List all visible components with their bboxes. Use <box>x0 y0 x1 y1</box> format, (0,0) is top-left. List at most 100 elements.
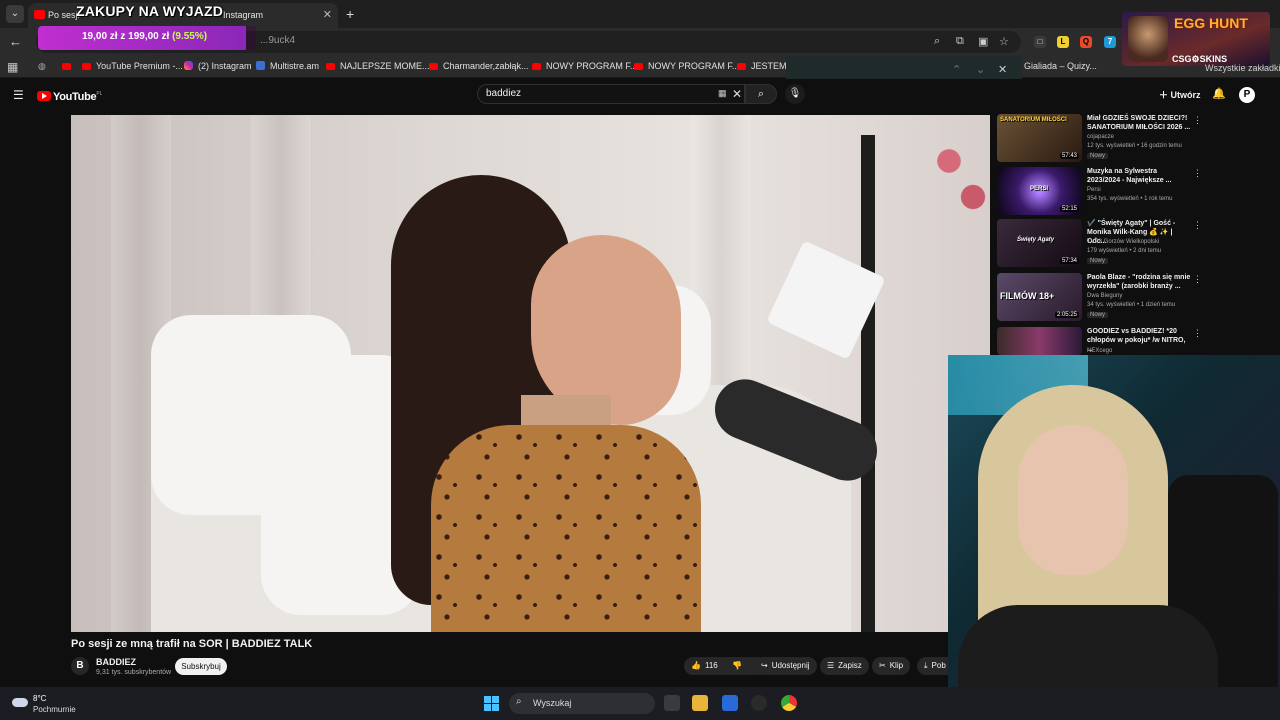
apps-grid-icon[interactable]: ▦ <box>7 60 18 74</box>
clear-search-icon[interactable]: ✕ <box>732 87 742 101</box>
more-options-icon[interactable]: ⋮ <box>1193 328 1202 339</box>
cloud-icon[interactable] <box>12 698 28 707</box>
store-icon[interactable] <box>722 695 738 711</box>
video-thumbnail[interactable]: SANATORIUM MIŁOŚCI 57:43 <box>997 114 1082 162</box>
multistream-icon <box>256 61 265 70</box>
flowers-decor <box>931 125 990 245</box>
donation-goal-bar: 19,00 zł z 199,00 zł (9.55%) <box>38 26 256 50</box>
more-options-icon[interactable]: ⋮ <box>1193 220 1202 231</box>
search-input[interactable]: baddiez ▦ ✕ <box>477 84 745 104</box>
video-player[interactable] <box>71 115 990 632</box>
streamer-shirt <box>958 605 1218 695</box>
youtube-logo[interactable]: YouTubePL <box>37 89 102 103</box>
extension-7tv-icon[interactable]: 7 <box>1104 36 1116 48</box>
install-icon[interactable]: ⧉ <box>956 35 964 48</box>
find-next-icon[interactable]: ⌄ <box>976 63 985 76</box>
tab-close-icon[interactable]: ✕ <box>323 3 332 27</box>
streamer-face <box>1018 425 1128 575</box>
download-icon: ⤓ <box>924 661 928 670</box>
steam-icon[interactable] <box>751 695 767 711</box>
donation-goal-text: 19,00 zł z 199,00 zł (9.55%) <box>82 31 208 42</box>
bookmark-item[interactable]: NOWY PROGRAM F... <box>634 61 739 71</box>
create-button[interactable]: ＋ Utwórz <box>1159 88 1201 101</box>
taskbar-search[interactable]: ⌕ Wyszukaj <box>509 693 655 714</box>
youtube-icon <box>429 63 438 70</box>
search-icon: ⌕ <box>516 696 522 707</box>
tab-search-menu-icon[interactable]: ⌄ <box>6 5 24 23</box>
recommendation-item[interactable]: FILMÓW 18+ 2:05:25 Paola Blaze - "rodzin… <box>997 273 1202 323</box>
channel-name[interactable]: BADDIEZ <box>96 657 136 667</box>
extension-red-icon[interactable]: Q <box>1080 36 1092 48</box>
save-button[interactable]: ☰ Zapisz <box>820 657 869 675</box>
weather-temperature[interactable]: 8°C <box>33 694 46 703</box>
video-thumbnail[interactable]: Święty Agaty 57:34 <box>997 219 1082 267</box>
video-thumbnail[interactable]: FILMÓW 18+ 2:05:25 <box>997 273 1082 321</box>
zoom-icon[interactable]: ⌕ <box>934 35 940 48</box>
search-button[interactable]: ⌕ <box>745 84 777 104</box>
share-button[interactable]: ↪ Udostępnij <box>754 657 817 675</box>
video-thumbnail[interactable] <box>997 327 1082 355</box>
more-options-icon[interactable]: ⋮ <box>1193 274 1202 285</box>
weather-description[interactable]: Pochmurnie <box>33 705 76 714</box>
find-close-icon[interactable]: ✕ <box>998 63 1007 76</box>
bookmark-item[interactable]: Multistre.am <box>256 61 319 71</box>
bookmark-item[interactable]: Gialiada – Quizy... <box>1024 61 1097 71</box>
notifications-bell-icon[interactable]: 🔔 <box>1212 87 1226 100</box>
more-options-icon[interactable]: ⋮ <box>1193 168 1202 179</box>
recommendation-item[interactable]: SANATORIUM MIŁOŚCI 57:43 Miał GDZIEŚ SWO… <box>997 114 1202 164</box>
subscribe-button[interactable]: Subskrybuj <box>175 658 227 675</box>
back-arrow-icon[interactable]: ← <box>9 34 22 49</box>
page-icon[interactable]: ▣ <box>978 35 988 48</box>
bookmark-star-icon[interactable]: ☆ <box>999 35 1009 48</box>
chrome-icon[interactable] <box>781 695 797 711</box>
voice-search-icon[interactable]: 🎙 <box>785 84 805 104</box>
all-bookmarks-link[interactable]: Wszystkie zakładki <box>1205 63 1280 73</box>
bookmark-item[interactable]: NOWY PROGRAM F... <box>532 61 637 71</box>
bookmark-youtube-icon[interactable] <box>62 61 76 71</box>
file-explorer-icon[interactable] <box>692 695 708 711</box>
recommendation-item[interactable]: Święty Agaty 57:34 ✔️ "Święty Agaty" | G… <box>997 219 1202 269</box>
like-icon[interactable]: 👍 <box>691 661 701 670</box>
guest-person <box>371 175 701 632</box>
video-title: Po sesji ze mną trafił na SOR | BADDIEZ … <box>71 638 313 650</box>
more-options-icon[interactable]: ⋮ <box>1193 115 1202 126</box>
tab-title-suffix: Instagram <box>223 10 264 20</box>
keyboard-icon[interactable]: ▦ <box>718 88 727 99</box>
stream-title-overlay: ZAKUPY NA WYJAZD <box>76 3 224 19</box>
bookmark-item[interactable]: YouTube Premium -... <box>82 61 183 71</box>
task-view-icon[interactable] <box>664 695 680 711</box>
recommendation-item[interactable]: PERSI 52:15 Muzyka na Sylwestra 2023/202… <box>997 167 1202 217</box>
extension-icon[interactable]: □ <box>1034 36 1046 48</box>
account-avatar[interactable]: P <box>1239 87 1255 103</box>
mic-stand <box>861 135 875 632</box>
youtube-icon <box>532 63 541 70</box>
menu-icon[interactable]: ☰ <box>13 88 24 102</box>
download-button[interactable]: ⤓ Pob <box>917 657 948 675</box>
clip-button[interactable]: ✂ Klip <box>872 657 911 675</box>
youtube-icon <box>82 63 91 70</box>
bookmark-item[interactable]: NAJLEPSZE MOME... <box>326 61 430 71</box>
bookmark-item[interactable]: Charmander,zabłąk... <box>429 61 529 71</box>
youtube-favicon-icon <box>34 10 45 19</box>
search-value: baddiez <box>486 88 522 99</box>
save-icon: ☰ <box>827 661 835 670</box>
windows-start-icon[interactable] <box>484 696 499 711</box>
windows-taskbar: 8°C Pochmurnie ⌕ Wyszukaj <box>0 687 1280 720</box>
new-tab-button[interactable]: + <box>346 6 354 22</box>
channel-avatar[interactable]: B <box>71 657 89 675</box>
find-prev-icon[interactable]: ⌃ <box>952 63 961 76</box>
sponsor-character-image <box>1128 16 1168 62</box>
tab-title: Po sesji <box>48 10 80 20</box>
dislike-icon[interactable]: 👎 <box>732 661 742 670</box>
youtube-icon <box>634 63 643 70</box>
streamer-webcam <box>948 355 1280 695</box>
scissors-icon: ✂ <box>879 661 886 670</box>
bookmark-misc-icon[interactable]: ◍ <box>38 61 46 72</box>
youtube-header: ☰ YouTubePL baddiez ▦ ✕ ⌕ 🎙 ＋ Utwórz 🔔 P <box>0 79 1280 111</box>
sponsor-overlay: EGG HUNT CSG⚙SKINS <box>1122 12 1270 66</box>
bookmarks-bar: ▦ ◍ YouTube Premium -... (2) Instagram M… <box>0 56 1280 78</box>
video-thumbnail[interactable]: PERSI 52:15 <box>997 167 1082 215</box>
extension-l-icon[interactable]: L <box>1057 36 1069 48</box>
instagram-icon <box>184 61 193 70</box>
bookmark-item[interactable]: (2) Instagram <box>184 61 252 71</box>
